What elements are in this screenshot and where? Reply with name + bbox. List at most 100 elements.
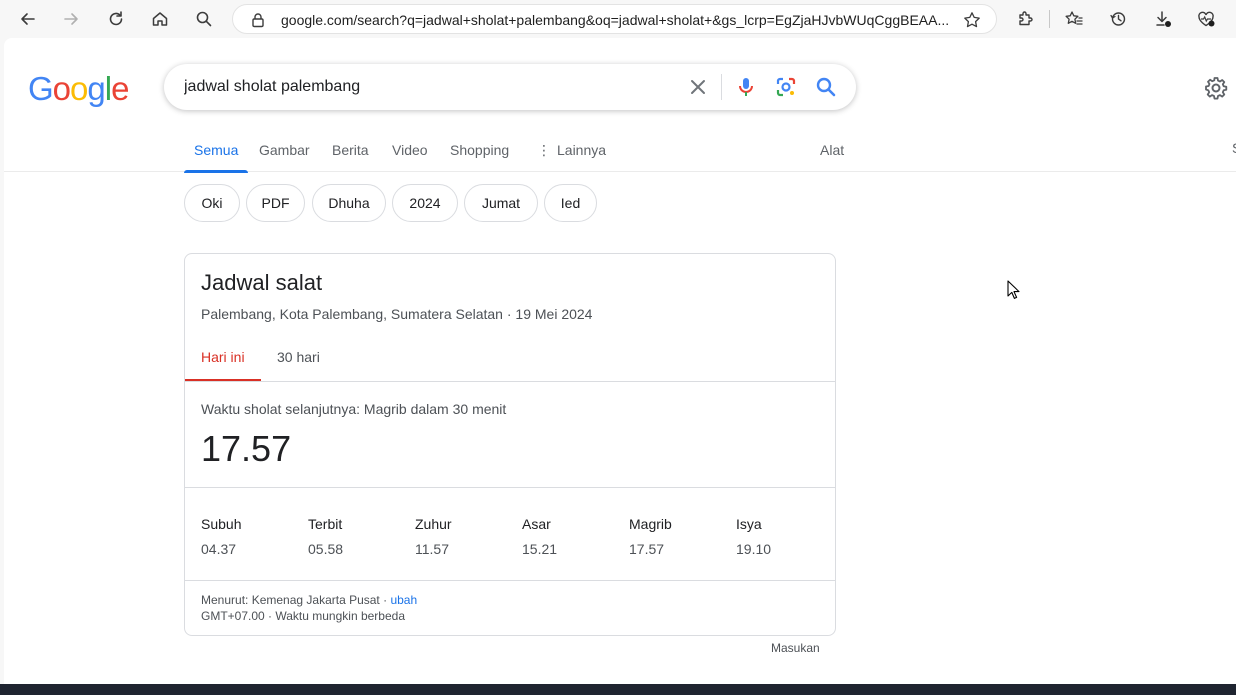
forward-button[interactable] <box>56 4 86 34</box>
download-icon <box>1156 11 1171 27</box>
logo-letter: G <box>28 70 54 107</box>
toolbar-divider <box>1049 10 1050 28</box>
arrow-left-icon <box>21 13 35 25</box>
chip-oki[interactable]: Oki <box>184 184 240 222</box>
puzzle-icon <box>1019 11 1033 26</box>
tab-berita[interactable]: Berita <box>332 142 369 172</box>
tab-hari-ini[interactable]: Hari ini <box>201 349 245 365</box>
logo-letter: o <box>70 70 88 107</box>
heart-pulse-icon <box>1198 11 1215 27</box>
refresh-icon <box>109 11 123 26</box>
prayer-time: 17.57 <box>629 541 665 557</box>
prayer-name: Terbit <box>308 516 343 532</box>
next-prayer-label: Waktu sholat selanjutnya: Magrib dalam 3… <box>201 401 507 417</box>
prayer-name: Asar <box>522 516 551 532</box>
prayer-name: Subuh <box>201 516 242 532</box>
prayer-times-card: Jadwal salat Palembang, Kota Palembang, … <box>184 253 836 636</box>
microphone-icon[interactable] <box>734 75 758 99</box>
prayer-time: 15.21 <box>522 541 558 557</box>
prayer-time: 11.57 <box>415 541 449 557</box>
search-input[interactable] <box>184 76 664 98</box>
prayer-zuhur: Zuhur 11.57 <box>415 516 515 557</box>
arrow-right-icon <box>64 13 78 25</box>
tab-berita-label: Berita <box>332 142 369 158</box>
prayer-name: Zuhur <box>415 516 452 532</box>
logo-letter: g <box>87 70 105 107</box>
favorites-icon <box>1065 11 1083 25</box>
performance-button[interactable] <box>1191 4 1221 34</box>
back-button[interactable] <box>13 4 43 34</box>
lock-icon[interactable] <box>249 11 267 29</box>
prayer-name: Isya <box>736 516 762 532</box>
search-icon <box>196 11 212 27</box>
home-button[interactable] <box>145 4 175 34</box>
chip-dhuha[interactable]: Dhuha <box>312 184 386 222</box>
divider <box>185 580 835 581</box>
home-icon <box>152 12 168 26</box>
tab-video[interactable]: Video <box>392 142 428 172</box>
tab-lainnya[interactable]: ⋮ Lainnya <box>537 142 606 172</box>
timezone-note: GMT+07.00 · Waktu mungkin berbeda <box>201 609 405 623</box>
logo-letter: e <box>111 70 129 107</box>
star-icon[interactable] <box>962 10 982 30</box>
prayer-isya: Isya 19.10 <box>736 516 836 557</box>
chip-label: Oki <box>201 195 223 211</box>
downloads-button[interactable] <box>1148 4 1178 34</box>
tab-gambar[interactable]: Gambar <box>259 142 310 172</box>
page-content: Google Semua Gambar Berita <box>4 38 1236 684</box>
prayer-name: Magrib <box>629 516 672 532</box>
mouse-cursor-icon <box>1007 280 1020 299</box>
lens-camera-icon[interactable] <box>774 75 798 99</box>
divider <box>185 487 835 488</box>
chip-ied[interactable]: Ied <box>544 184 597 222</box>
tab-30-hari[interactable]: 30 hari <box>277 349 320 365</box>
prayer-time: 05.58 <box>308 541 344 557</box>
prayer-terbit: Terbit 05.58 <box>308 516 408 557</box>
logo-letter: o <box>52 70 71 107</box>
history-icon <box>1110 12 1126 26</box>
change-source-link[interactable]: ubah <box>390 593 417 607</box>
tab-semua-label: Semua <box>194 142 239 158</box>
chip-pdf[interactable]: PDF <box>246 184 305 222</box>
search-box[interactable] <box>164 64 856 110</box>
refresh-button[interactable] <box>101 4 131 34</box>
search-divider <box>721 74 722 100</box>
chip-jumat[interactable]: Jumat <box>464 184 538 222</box>
prayer-time: 19.10 <box>736 541 772 557</box>
history-button[interactable] <box>1103 4 1133 34</box>
prayer-time: 04.37 <box>201 541 237 557</box>
tab-shopping[interactable]: Shopping <box>450 142 509 172</box>
favorites-button[interactable] <box>1059 4 1089 34</box>
source-text: Menurut: Kemenag Jakarta Pusat · <box>201 593 391 607</box>
divider <box>185 381 835 382</box>
chip-2024[interactable]: 2024 <box>392 184 458 222</box>
next-prayer-time: 17.57 <box>201 428 292 469</box>
gear-icon[interactable] <box>1204 76 1228 100</box>
chip-label: Dhuha <box>328 195 370 211</box>
chip-label: Jumat <box>481 195 521 211</box>
chip-label: PDF <box>261 195 290 211</box>
prayer-subuh: Subuh 04.37 <box>201 516 301 557</box>
truncated-link[interactable]: S <box>1232 140 1236 156</box>
prayer-asar: Asar 15.21 <box>522 516 622 557</box>
clear-button[interactable] <box>684 75 712 99</box>
os-taskbar <box>0 684 1236 695</box>
source-line: Menurut: Kemenag Jakarta Pusat · ubah <box>201 593 417 607</box>
feedback-link[interactable]: Masukan <box>771 641 820 655</box>
tab-semua[interactable]: Semua <box>183 142 249 173</box>
search-submit-icon[interactable] <box>814 75 838 99</box>
card-title: Jadwal salat <box>201 270 323 295</box>
tools-button[interactable]: Alat <box>820 142 844 172</box>
chip-label: 2024 <box>409 195 441 211</box>
card-subtitle: Palembang, Kota Palembang, Sumatera Sela… <box>201 306 593 322</box>
prayer-magrib: Magrib 17.57 <box>629 516 729 557</box>
address-bar[interactable]: google.com/search?q=jadwal+sholat+palemb… <box>232 4 997 34</box>
google-logo[interactable]: Google <box>28 70 129 108</box>
tab-lainnya-label: Lainnya <box>557 142 607 158</box>
extensions-button[interactable] <box>1010 4 1040 34</box>
search-button[interactable] <box>189 4 219 34</box>
tab-shopping-label: Shopping <box>450 142 510 158</box>
more-vert-icon: ⋮ <box>537 142 551 158</box>
url-text[interactable]: google.com/search?q=jadwal+sholat+palemb… <box>281 12 951 28</box>
browser-toolbar: google.com/search?q=jadwal+sholat+palemb… <box>0 0 1236 38</box>
